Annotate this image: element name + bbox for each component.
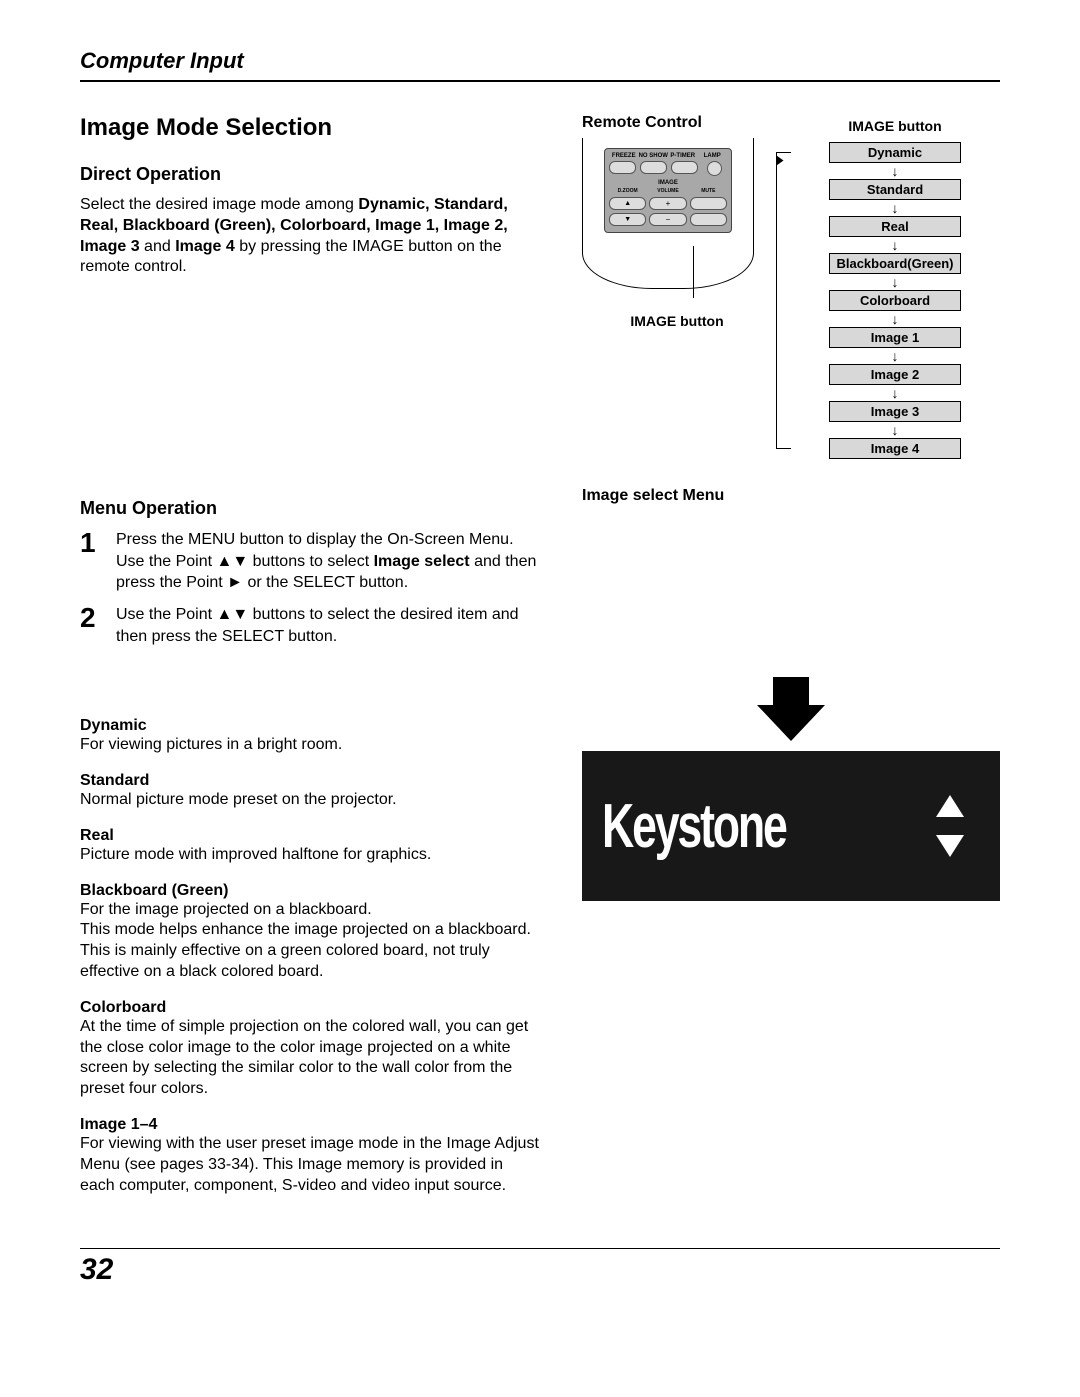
dzoom-down-button: ▼ <box>609 213 646 226</box>
flow-caption: IMAGE button <box>790 118 1000 134</box>
flow-arrow-icon: ↓ <box>790 386 1000 400</box>
direct-paragraph: Select the desired image mode among Dyna… <box>80 195 542 278</box>
image-button-caption: IMAGE button <box>582 313 772 329</box>
step-2-number: 2 <box>80 604 102 647</box>
page-number: 32 <box>80 1253 1000 1287</box>
flow-arrow-icon: ↓ <box>790 164 1000 178</box>
keystone-panel: Keystone <box>582 751 1000 901</box>
direct-heading: Direct Operation <box>80 164 542 185</box>
remote-label-lamp: LAMP <box>698 153 728 159</box>
volume-label: VOLUME <box>649 188 686 194</box>
image-button-pointer-line <box>693 246 694 298</box>
mode-title: Colorboard <box>80 999 542 1017</box>
flow-arrow-icon: ↓ <box>790 238 1000 252</box>
mode-block: DynamicFor viewing pictures in a bright … <box>80 717 542 756</box>
step-2: 2 Use the Point ▲▼ buttons to select the… <box>80 604 542 647</box>
dzoom-label: D.ZOOM <box>609 188 646 194</box>
flow-item: Image 2 <box>829 364 961 385</box>
flow-arrow-icon: ↓ <box>790 423 1000 437</box>
image-button <box>690 213 727 226</box>
mode-description: For viewing pictures in a bright room. <box>80 735 542 756</box>
flow-item: Image 3 <box>829 401 961 422</box>
mode-title: Dynamic <box>80 717 542 735</box>
keystone-label: Keystone <box>602 791 786 862</box>
flow-item: Dynamic <box>829 142 961 163</box>
flow-item: Real <box>829 216 961 237</box>
flow-arrow-icon: ↓ <box>790 201 1000 215</box>
flow-item: Image 4 <box>829 438 961 459</box>
remote-label-noshow: NO SHOW <box>639 153 669 159</box>
mode-description: For the image projected on a blackboard.… <box>80 900 542 983</box>
mute-button <box>690 197 727 210</box>
freeze-button <box>609 161 636 174</box>
step-1: 1 Press the MENU button to display the O… <box>80 529 542 594</box>
volume-up-button: + <box>649 197 686 210</box>
menu-heading: Menu Operation <box>80 498 542 519</box>
ptimer-button <box>671 161 698 174</box>
remote-title: Remote Control <box>582 114 772 132</box>
remote-label-freeze: FREEZE <box>609 153 639 159</box>
flow-arrow-icon: ↓ <box>790 312 1000 326</box>
flow-item: Standard <box>829 179 961 200</box>
remote-diagram: FREEZE NO SHOW P-TIMER LAMP <box>582 138 754 289</box>
mode-block: ColorboardAt the time of simple projecti… <box>80 999 542 1100</box>
flow-loop-arrow-icon <box>777 156 784 166</box>
remote-label-ptimer: P-TIMER <box>668 153 698 159</box>
mute-label: MUTE <box>690 188 727 194</box>
flow-item: Colorboard <box>829 290 961 311</box>
mode-block: Blackboard (Green)For the image projecte… <box>80 882 542 983</box>
section-title: Image Mode Selection <box>80 114 542 142</box>
direct-intro-pre: Select the desired image mode among <box>80 196 358 213</box>
keystone-up-icon <box>936 795 964 817</box>
noshow-button <box>640 161 667 174</box>
remote-image-label: IMAGE <box>609 180 727 186</box>
mode-title: Blackboard (Green) <box>80 882 542 900</box>
mode-block: RealPicture mode with improved halftone … <box>80 827 542 866</box>
left-column: Image Mode Selection Direct Operation Se… <box>80 114 542 1212</box>
mode-description: For viewing with the user preset image m… <box>80 1134 542 1196</box>
step-2-text: Use the Point ▲▼ buttons to select the d… <box>116 604 542 647</box>
flow-loop-line <box>776 152 791 449</box>
down-arrow-icon <box>757 705 825 741</box>
mode-description: Normal picture mode preset on the projec… <box>80 790 542 811</box>
flow-arrow-icon: ↓ <box>790 349 1000 363</box>
mode-description: At the time of simple projection on the … <box>80 1017 542 1100</box>
direct-intro-mid: and <box>140 238 176 255</box>
mode-block: Image 1–4For viewing with the user prese… <box>80 1116 542 1196</box>
step-1-number: 1 <box>80 529 102 594</box>
keystone-down-icon <box>936 835 964 857</box>
lamp-button <box>707 161 722 176</box>
mode-title: Real <box>80 827 542 845</box>
step-1-b: Image select <box>374 553 470 570</box>
dzoom-up-button: ▲ <box>609 197 646 210</box>
page-header: Computer Input <box>80 48 1000 82</box>
mode-title: Image 1–4 <box>80 1116 542 1134</box>
step-1-text: Press the MENU button to display the On-… <box>116 529 542 594</box>
flow-arrow-icon: ↓ <box>790 275 1000 289</box>
volume-down-button: − <box>649 213 686 226</box>
mode-block: StandardNormal picture mode preset on th… <box>80 772 542 811</box>
flow-item: Blackboard(Green) <box>829 253 961 274</box>
flow-item: Image 1 <box>829 327 961 348</box>
right-column: Remote Control FREEZE NO SHOW P-TIMER LA… <box>582 114 1000 901</box>
image-select-menu-title: Image select Menu <box>582 487 1000 505</box>
mode-title: Standard <box>80 772 542 790</box>
direct-last-bold: Image 4 <box>175 238 235 255</box>
mode-description: Picture mode with improved halftone for … <box>80 845 542 866</box>
